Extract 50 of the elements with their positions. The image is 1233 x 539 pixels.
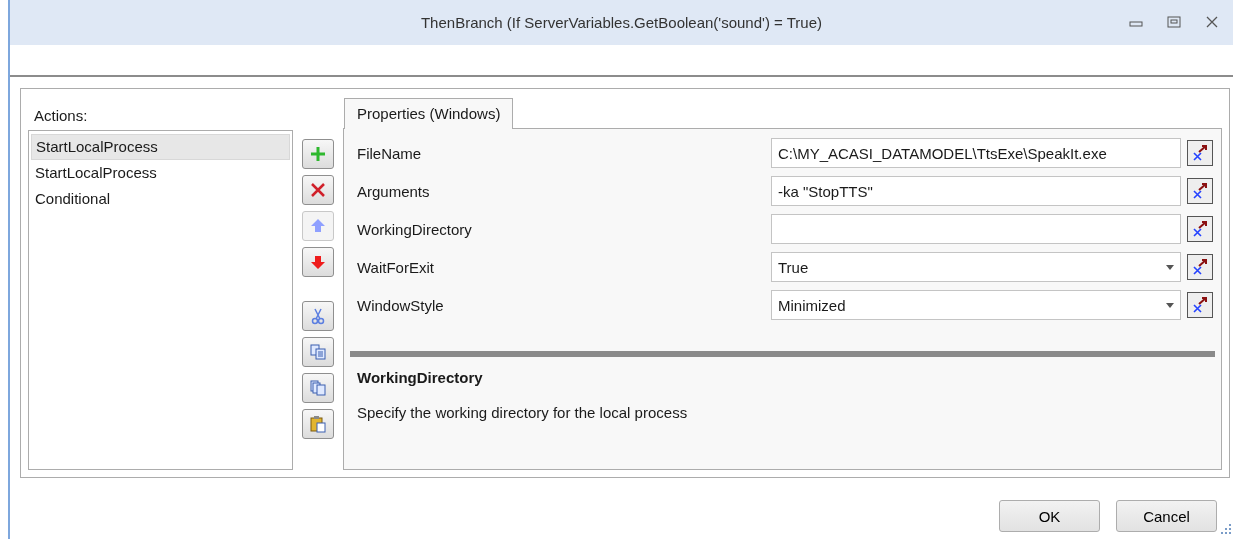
input-field[interactable]: C:\MY_ACASI_DATAMODEL\TtsExe\SpeakIt.exe	[771, 138, 1181, 168]
reset-button[interactable]	[1187, 254, 1213, 280]
delete-button[interactable]	[302, 175, 334, 205]
description-title: WorkingDirectory	[357, 369, 484, 386]
property-label: WorkingDirectory	[357, 220, 473, 238]
duplicate-button[interactable]	[302, 373, 334, 403]
ok-button[interactable]: OK	[999, 500, 1100, 532]
input-field[interactable]	[771, 214, 1181, 244]
cut-button[interactable]	[302, 301, 334, 331]
reset-button[interactable]	[1187, 140, 1213, 166]
close-icon[interactable]	[1205, 16, 1219, 28]
window-title: ThenBranch (If ServerVariables.GetBoolean('sound') = True)	[420, 14, 823, 31]
reset-icon	[1191, 144, 1209, 162]
maximize-icon[interactable]	[1167, 16, 1181, 28]
documents-icon	[309, 379, 327, 397]
list-item[interactable]: StartLocalProcess	[31, 134, 290, 160]
up-arrow-icon	[309, 217, 327, 235]
resize-grip-icon[interactable]	[1221, 524, 1231, 534]
list-item[interactable]: Conditional	[31, 186, 290, 212]
reset-icon	[1191, 258, 1209, 276]
reset-icon	[1191, 182, 1209, 200]
copy-button[interactable]	[302, 337, 334, 367]
dropdown-caret-icon	[1166, 302, 1174, 308]
dropdown-caret-icon	[1166, 264, 1174, 270]
reset-button[interactable]	[1187, 178, 1213, 204]
property-label: WaitForExit	[357, 258, 435, 276]
paste-button[interactable]	[302, 409, 334, 439]
down-button[interactable]	[302, 247, 334, 277]
dropdown-field[interactable]: Minimized	[771, 290, 1181, 320]
description-text: Specify the working directory for the local process	[357, 404, 689, 421]
cancel-button[interactable]: Cancel	[1116, 500, 1217, 532]
property-label: FileName	[357, 144, 423, 162]
actions-label: Actions:	[33, 106, 89, 126]
clipboard-icon	[309, 415, 327, 433]
list-item[interactable]: StartLocalProcess	[31, 160, 290, 186]
plus-icon	[309, 145, 327, 163]
cross-icon	[309, 181, 327, 199]
reset-icon	[1191, 220, 1209, 238]
down-arrow-icon	[309, 253, 327, 271]
add-button[interactable]	[302, 139, 334, 169]
input-field[interactable]: -ka "StopTTS"	[771, 176, 1181, 206]
reset-button[interactable]	[1187, 216, 1213, 242]
copy-icon	[309, 343, 327, 361]
reset-button[interactable]	[1187, 292, 1213, 318]
property-label: WindowStyle	[357, 296, 445, 314]
properties-tab[interactable]: Properties (Windows)	[344, 98, 514, 129]
dropdown-field[interactable]: True	[771, 252, 1181, 282]
property-label: Arguments	[357, 182, 431, 200]
scissors-icon	[309, 307, 327, 325]
reset-icon	[1191, 296, 1209, 314]
